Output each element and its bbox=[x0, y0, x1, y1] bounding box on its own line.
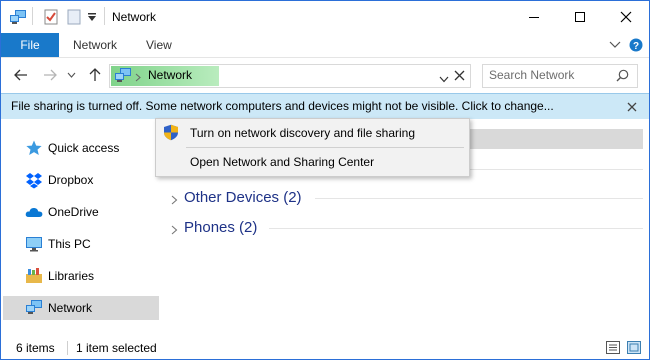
ribbon-tabs: File Network View ? bbox=[1, 33, 649, 58]
cloud-icon bbox=[25, 203, 43, 221]
item-count: 6 items bbox=[16, 341, 55, 355]
address-bar[interactable]: Network bbox=[109, 64, 471, 88]
group-title: Phones (2) bbox=[184, 219, 258, 236]
group-rule bbox=[315, 198, 643, 199]
large-icons-view-icon[interactable] bbox=[627, 341, 641, 357]
library-icon bbox=[25, 267, 43, 285]
recent-locations-chevron-icon[interactable] bbox=[64, 64, 78, 86]
sidebar-item-label: This PC bbox=[48, 237, 91, 251]
network-icon bbox=[25, 299, 43, 317]
breadcrumb-chevron-icon[interactable] bbox=[135, 71, 141, 85]
chevron-right-icon[interactable] bbox=[171, 224, 181, 235]
new-folder-icon[interactable] bbox=[67, 7, 81, 27]
breadcrumb-network[interactable]: Network bbox=[148, 68, 192, 82]
search-icon[interactable] bbox=[616, 69, 629, 85]
status-separator bbox=[67, 341, 68, 355]
star-icon bbox=[25, 139, 43, 157]
tab-file[interactable]: File bbox=[1, 33, 59, 57]
selection-count: 1 item selected bbox=[76, 341, 157, 355]
sidebar-item-label: Dropbox bbox=[48, 173, 94, 187]
address-toolbar: Network bbox=[1, 58, 649, 92]
tab-network[interactable]: Network bbox=[73, 33, 117, 57]
menu-item-label: Turn on network discovery and file shari… bbox=[190, 126, 415, 140]
sidebar-item-this-pc[interactable]: This PC bbox=[3, 232, 159, 256]
dropbox-icon bbox=[25, 171, 43, 189]
address-dropdown-chevron-icon[interactable] bbox=[439, 72, 449, 86]
ribbon-expand-chevron-icon[interactable] bbox=[609, 33, 621, 57]
menu-item-turn-on-discovery[interactable]: Turn on network discovery and file shari… bbox=[158, 121, 467, 145]
sidebar-item-label: OneDrive bbox=[48, 205, 99, 219]
sidebar-item-dropbox[interactable]: Dropbox bbox=[3, 168, 159, 192]
network-location-icon bbox=[114, 68, 132, 86]
infobar-close-icon[interactable] bbox=[627, 101, 637, 115]
title-bar: Network bbox=[1, 1, 649, 33]
network-app-icon[interactable] bbox=[9, 7, 27, 27]
close-button[interactable] bbox=[603, 1, 649, 33]
infobar-message[interactable]: File sharing is turned off. Some network… bbox=[11, 99, 554, 113]
menu-separator bbox=[186, 147, 464, 148]
explorer-window: Network File Network View ? Network Sear… bbox=[0, 0, 650, 360]
uac-shield-icon bbox=[163, 124, 179, 144]
maximize-button[interactable] bbox=[557, 1, 603, 33]
infobar-context-menu: Turn on network discovery and file shari… bbox=[155, 118, 470, 177]
search-input[interactable] bbox=[489, 67, 609, 83]
navigation-pane: Quick access Dropbox OneDrive This PC Li… bbox=[1, 119, 161, 337]
sidebar-item-onedrive[interactable]: OneDrive bbox=[3, 200, 159, 224]
details-view-icon[interactable] bbox=[606, 341, 620, 357]
sidebar-item-label: Quick access bbox=[48, 141, 120, 155]
group-other-devices[interactable]: Other Devices (2) bbox=[169, 187, 643, 211]
status-bar: 6 items 1 item selected bbox=[1, 337, 649, 359]
file-sharing-infobar[interactable]: File sharing is turned off. Some network… bbox=[1, 93, 649, 120]
sidebar-item-label: Network bbox=[48, 301, 93, 315]
help-icon[interactable]: ? bbox=[629, 33, 643, 57]
properties-icon[interactable] bbox=[43, 7, 59, 27]
search-box[interactable] bbox=[482, 64, 638, 88]
svg-text:?: ? bbox=[633, 41, 639, 52]
sidebar-item-network[interactable]: Network bbox=[3, 296, 159, 320]
monitor-icon bbox=[25, 235, 43, 253]
menu-item-open-sharing-center[interactable]: Open Network and Sharing Center bbox=[158, 150, 467, 174]
sidebar-item-libraries[interactable]: Libraries bbox=[3, 264, 159, 288]
tab-view[interactable]: View bbox=[146, 33, 172, 57]
window-title: Network bbox=[112, 10, 157, 24]
sidebar-item-quick-access[interactable]: Quick access bbox=[3, 136, 159, 160]
group-title: Other Devices (2) bbox=[184, 189, 302, 206]
clear-address-icon[interactable] bbox=[454, 70, 465, 84]
sidebar-item-label: Libraries bbox=[48, 269, 95, 283]
minimize-button[interactable] bbox=[511, 1, 557, 33]
up-button[interactable] bbox=[84, 64, 106, 86]
group-phones[interactable]: Phones (2) bbox=[169, 217, 643, 241]
qat-separator bbox=[104, 7, 105, 25]
menu-item-label: Open Network and Sharing Center bbox=[190, 155, 375, 169]
chevron-right-icon[interactable] bbox=[171, 194, 181, 205]
group-rule bbox=[269, 228, 643, 229]
forward-button[interactable] bbox=[39, 64, 61, 86]
qat-separator bbox=[32, 7, 33, 25]
qat-customize-icon[interactable] bbox=[87, 7, 97, 27]
back-button[interactable] bbox=[10, 64, 32, 86]
